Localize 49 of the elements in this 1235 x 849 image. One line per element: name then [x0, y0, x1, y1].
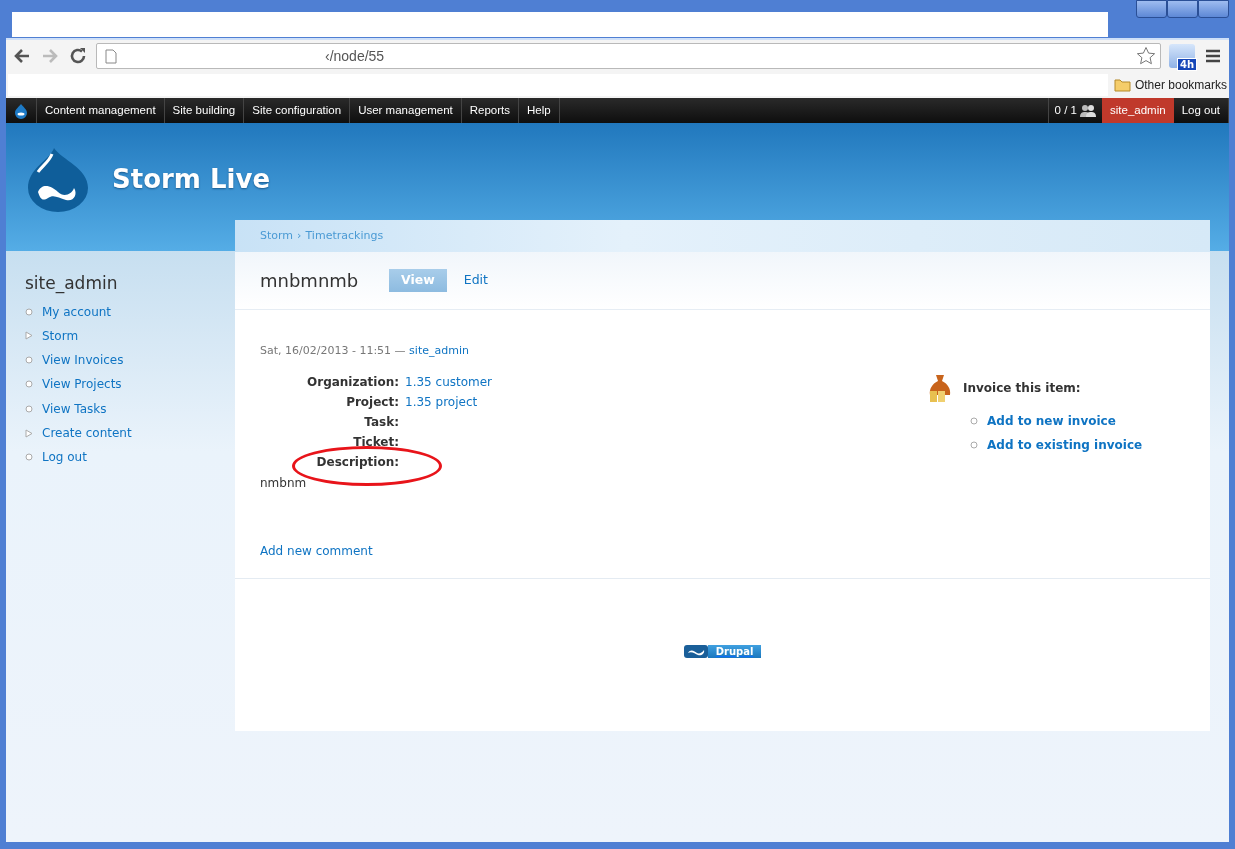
author-link[interactable]: site_admin	[409, 344, 469, 357]
extension-icon[interactable]: 4h	[1169, 44, 1195, 68]
field-label: Task:	[364, 414, 399, 429]
field-label: Description:	[316, 454, 399, 469]
sidebar-link[interactable]: View Tasks	[42, 399, 107, 418]
bullet-icon	[25, 356, 33, 365]
star-icon[interactable]	[1136, 46, 1156, 66]
tab[interactable]: Edit	[451, 269, 500, 292]
field-value-link[interactable]: 1.35 project	[405, 392, 478, 411]
invoice-link[interactable]: Add to existing invoice	[987, 436, 1143, 454]
sidebar-link[interactable]: My account	[42, 302, 112, 321]
sidebar-link[interactable]: Log out	[42, 448, 87, 467]
maximize-button[interactable]	[1167, 0, 1198, 18]
field-label: Project:	[346, 394, 399, 409]
sidebar-link[interactable]: View Invoices	[42, 351, 124, 370]
sidebar-link[interactable]: Storm	[42, 326, 79, 345]
field-value-link[interactable]: 1.35 customer	[405, 372, 493, 391]
bullet-icon	[25, 307, 33, 316]
comment-link[interactable]: Add new comment	[260, 543, 373, 558]
breadcrumb-separator: ›	[297, 227, 302, 244]
folder-icon	[1113, 78, 1131, 92]
submitted-line: Sat, 16/02/2013 - 11:51 — site_admin	[260, 343, 470, 359]
bookmark-folder[interactable]: Other bookmarks	[1113, 76, 1227, 94]
sidebar-link[interactable]: Create content	[42, 424, 132, 442]
bullet-icon	[25, 380, 33, 389]
reload-icon[interactable]	[68, 46, 88, 66]
expand-arrow-icon	[25, 428, 33, 438]
bullet-icon	[970, 441, 978, 449]
users-online-count: 0 / 1	[1054, 102, 1077, 118]
invoice-link[interactable]: Add to new invoice	[987, 412, 1116, 430]
invoice-heading: Invoice this item:	[963, 380, 1081, 397]
drupal-drop-logo[interactable]	[26, 146, 90, 212]
close-button[interactable]	[1198, 0, 1229, 18]
address-bar[interactable]: ‹/node/55	[96, 43, 1161, 69]
sidebar-title: site_admin	[25, 273, 119, 294]
page-icon	[105, 48, 117, 64]
expand-arrow-icon	[25, 331, 33, 341]
bullet-icon	[25, 453, 33, 462]
bullet-icon	[25, 404, 33, 413]
minimize-button[interactable]	[1136, 0, 1167, 18]
node-title: mnbmnmb	[260, 269, 360, 292]
node-body: nmbnm	[260, 474, 308, 492]
field-label: Ticket:	[353, 434, 399, 449]
sidebar-link[interactable]: View Projects	[42, 375, 122, 394]
site-name[interactable]: Storm Live	[112, 159, 271, 199]
bullet-icon	[970, 417, 978, 425]
admin-user-link[interactable]: site_admin	[1102, 98, 1174, 123]
field-label: Organization:	[307, 374, 399, 389]
users-icon	[1080, 103, 1096, 118]
